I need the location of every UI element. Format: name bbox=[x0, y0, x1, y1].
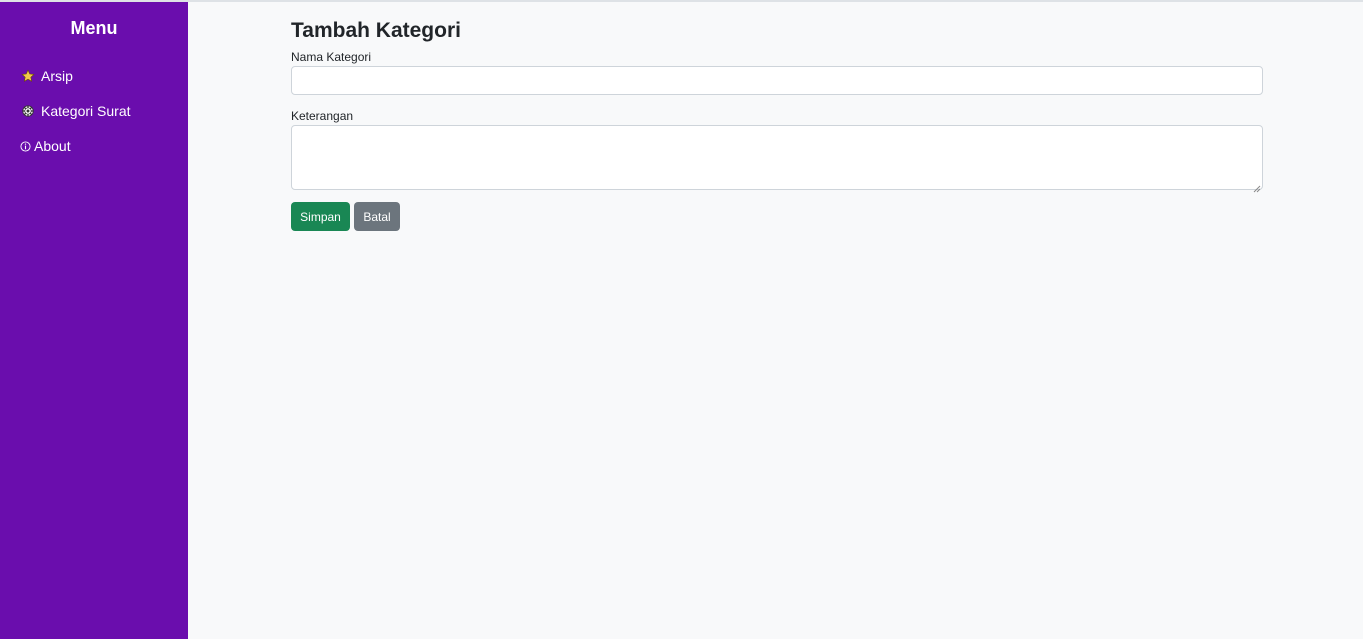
sidebar-nav: Arsip Kategori Surat About bbox=[0, 66, 188, 171]
sidebar-item-kategori-surat[interactable]: Kategori Surat bbox=[0, 101, 188, 121]
save-button[interactable]: Simpan bbox=[291, 202, 350, 231]
star-icon bbox=[20, 68, 36, 84]
sidebar: Menu Arsip Kategori Surat About bbox=[0, 2, 188, 639]
keterangan-textarea[interactable] bbox=[291, 125, 1263, 193]
top-border bbox=[0, 0, 1363, 2]
cancel-button[interactable]: Batal bbox=[354, 202, 400, 231]
nama-kategori-label: Nama Kategori bbox=[291, 50, 372, 64]
main-content: Tambah Kategori Nama Kategori Keterangan… bbox=[291, 18, 1263, 231]
resize-grip-icon[interactable] bbox=[1253, 180, 1261, 193]
sidebar-title: Menu bbox=[70, 18, 118, 38]
sidebar-item-about[interactable]: About bbox=[0, 136, 188, 156]
nama-kategori-input[interactable] bbox=[291, 66, 1263, 95]
info-icon bbox=[20, 138, 31, 154]
gear-icon bbox=[20, 103, 36, 119]
keterangan-label: Keterangan bbox=[291, 109, 354, 123]
sidebar-item-label: Arsip bbox=[41, 68, 73, 84]
sidebar-item-arsip[interactable]: Arsip bbox=[0, 66, 188, 86]
sidebar-item-label: About bbox=[34, 138, 71, 154]
form-actions: Simpan Batal bbox=[291, 202, 1263, 231]
page-title: Tambah Kategori bbox=[291, 19, 461, 42]
sidebar-item-label: Kategori Surat bbox=[41, 103, 131, 119]
